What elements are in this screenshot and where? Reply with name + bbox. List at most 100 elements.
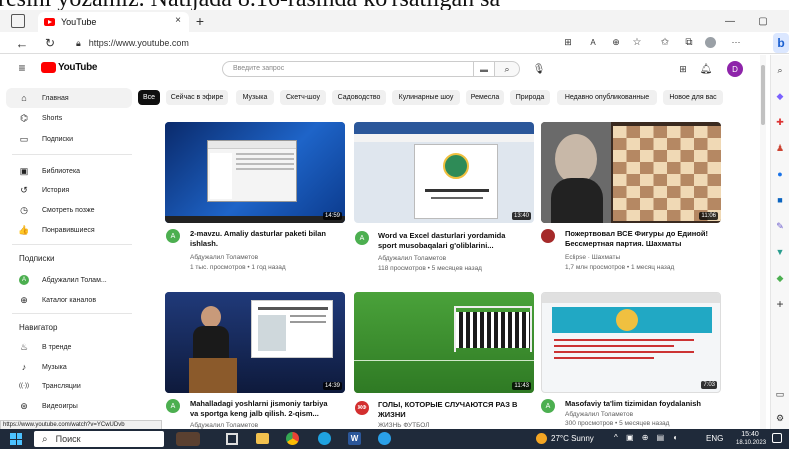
- edge-settings-gear-icon[interactable]: ⚙: [774, 412, 786, 424]
- new-tab-button[interactable]: +: [192, 13, 208, 29]
- zoom-icon[interactable]: ⊕: [610, 36, 622, 48]
- read-aloud-icon[interactable]: A: [587, 36, 599, 48]
- edge-icon[interactable]: [318, 432, 331, 445]
- search-input[interactable]: Введите запрос: [222, 61, 474, 77]
- sidebar-item-channel-catalog[interactable]: ⊕ Каталог каналов: [0, 290, 140, 310]
- video-title[interactable]: Word va Excel dasturlari yordamida sport…: [378, 231, 538, 251]
- notifications-bell-icon[interactable]: 🔔︎: [700, 63, 713, 75]
- taskbar-search-box[interactable]: ⌕ Поиск: [34, 431, 164, 447]
- video-thumbnail[interactable]: 7:03: [541, 292, 721, 393]
- file-explorer-icon[interactable]: [256, 433, 269, 444]
- minimize-button[interactable]: —: [722, 13, 738, 29]
- chip-crafts[interactable]: Ремесла: [466, 90, 504, 105]
- sidebar-item-trending[interactable]: ♨ В тренде: [0, 337, 140, 357]
- sidebar-item-live[interactable]: ((·)) Трансляции: [0, 376, 140, 396]
- maximize-button[interactable]: ▢: [755, 13, 771, 29]
- channel-name[interactable]: Абдужалил Толаметов: [565, 410, 633, 419]
- sidebar-item-gaming[interactable]: ⊛ Видеоигры: [0, 396, 140, 416]
- sidebar-divider: [12, 244, 132, 245]
- app-available-icon[interactable]: ⊞: [562, 36, 574, 48]
- video-thumbnail[interactable]: 13:40: [354, 122, 534, 223]
- windows-start-icon[interactable]: [10, 433, 22, 445]
- task-view-icon[interactable]: [226, 433, 238, 445]
- refresh-icon[interactable]: ↻: [42, 35, 58, 51]
- edge-split-screen-icon[interactable]: ▭: [774, 388, 786, 400]
- sidebar-item-subscriptions[interactable]: ▭ Подписки: [0, 129, 140, 149]
- chip-live[interactable]: Сейчас в эфире: [166, 90, 228, 105]
- chip-all[interactable]: Все: [138, 90, 160, 105]
- microphone-icon[interactable]: 🎙︎: [533, 62, 546, 76]
- edge-add-icon[interactable]: +: [774, 297, 786, 311]
- video-thumbnail[interactable]: 11:06: [541, 122, 721, 223]
- clock[interactable]: 15:40 18.10.2023: [736, 430, 766, 448]
- browser-tab-youtube[interactable]: YouTube ×: [38, 12, 189, 32]
- scrollbar-thumb[interactable]: [761, 65, 765, 125]
- tab-actions-icon[interactable]: [11, 14, 25, 28]
- chip-nature[interactable]: Природа: [510, 90, 550, 105]
- edge-designer-icon[interactable]: ✎: [774, 220, 786, 232]
- edge-drop-icon[interactable]: ▼: [774, 246, 786, 258]
- search-button[interactable]: ⌕: [494, 61, 520, 77]
- channel-name[interactable]: Абдужалил Толаметов: [190, 253, 258, 262]
- sidebar-item-watch-later[interactable]: ◷ Смотреть позже: [0, 200, 140, 220]
- chip-recent[interactable]: Недавно опубликованные: [557, 90, 657, 105]
- video-title[interactable]: 2-mavzu. Amaliy dasturlar paketi bilan i…: [190, 229, 350, 249]
- video-title[interactable]: Пожертвовал ВСЕ Фигуры до Единой! Бессме…: [565, 229, 735, 249]
- chip-cooking[interactable]: Кулинарные шоу: [392, 90, 460, 105]
- create-video-icon[interactable]: ⊞: [677, 63, 689, 75]
- channel-avatar[interactable]: ЖФ: [355, 401, 369, 415]
- chip-sketch[interactable]: Скетч-шоу: [280, 90, 326, 105]
- sidebar-item-history[interactable]: ↺ История: [0, 180, 140, 200]
- keyboard-icon[interactable]: ▬: [474, 61, 494, 77]
- telegram-icon[interactable]: [378, 432, 391, 445]
- word-icon[interactable]: W: [348, 432, 361, 445]
- chip-gardening[interactable]: Садоводство: [332, 90, 386, 105]
- edge-tools-icon[interactable]: ✚: [774, 116, 786, 128]
- chip-new-for-you[interactable]: Новое для вас: [663, 90, 723, 105]
- profile-icon[interactable]: [705, 37, 716, 48]
- language-indicator[interactable]: ENG: [706, 434, 723, 443]
- settings-more-icon[interactable]: ···: [728, 36, 744, 48]
- sidebar-item-library[interactable]: ▣ Библиотека: [0, 161, 140, 181]
- chip-music[interactable]: Музыка: [236, 90, 274, 105]
- tab-close-icon[interactable]: ×: [175, 15, 181, 26]
- sidebar-item-liked[interactable]: 👍 Понравившиеся: [0, 220, 140, 240]
- notification-center-icon[interactable]: [772, 433, 782, 443]
- tray-icons[interactable]: ^ ▣ ⊕ ▤ ◖: [614, 433, 680, 442]
- channel-avatar[interactable]: [541, 229, 555, 243]
- channel-name[interactable]: Абдужалил Толаметов: [378, 254, 446, 263]
- video-thumbnail[interactable]: 14:39: [165, 292, 345, 393]
- account-avatar[interactable]: D: [727, 61, 743, 77]
- url-field[interactable]: 🔒︎ https://www.youtube.com: [76, 34, 566, 52]
- edge-games-icon[interactable]: ♟: [774, 142, 786, 154]
- video-thumbnail[interactable]: 11:43: [354, 292, 534, 393]
- video-title[interactable]: ГОЛЫ, КОТОРЫЕ СЛУЧАЮТСЯ РАЗ В ЖИЗНИ: [378, 400, 538, 420]
- favorite-star-icon[interactable]: ☆: [631, 36, 643, 48]
- widgets-icon[interactable]: [176, 432, 200, 446]
- edge-office-icon[interactable]: ●: [774, 168, 786, 180]
- sidebar-item-channel[interactable]: A Абдужалил Толам...: [0, 270, 140, 290]
- video-thumbnail[interactable]: 14:59: [165, 122, 345, 223]
- duration-badge: 11:43: [512, 382, 531, 390]
- chrome-icon[interactable]: [286, 432, 299, 445]
- edge-shopping-icon[interactable]: ◆: [774, 90, 786, 102]
- edge-outlook-icon[interactable]: ■: [774, 194, 786, 206]
- channel-avatar[interactable]: A: [166, 229, 180, 243]
- back-icon[interactable]: ←: [14, 35, 30, 51]
- channel-avatar[interactable]: A: [541, 399, 555, 413]
- sidebar-item-home[interactable]: ⌂ Главная: [6, 88, 132, 108]
- bing-copilot-icon[interactable]: b: [773, 33, 789, 53]
- weather-text[interactable]: 27°C Sunny: [551, 434, 594, 443]
- sidebar-item-music[interactable]: ♪ Музыка: [0, 357, 140, 377]
- video-title[interactable]: Masofaviy ta'lim tizimidan foydalanish: [565, 399, 735, 409]
- edge-app-icon[interactable]: ◆: [774, 272, 786, 284]
- channel-name[interactable]: Eclipse · Шахматы: [565, 253, 620, 262]
- sidebar-item-shorts[interactable]: ⌬ Shorts: [0, 108, 140, 128]
- video-title[interactable]: Mahalladagi yoshlarni jismoniy tarbiya v…: [190, 399, 350, 419]
- edge-search-icon[interactable]: ⌕: [774, 64, 786, 76]
- page-scrollbar[interactable]: [760, 55, 766, 429]
- channel-avatar[interactable]: A: [166, 399, 180, 413]
- channel-avatar[interactable]: A: [355, 231, 369, 245]
- favorites-icon[interactable]: ✩: [659, 36, 671, 48]
- collections-icon[interactable]: ⧉: [683, 36, 695, 48]
